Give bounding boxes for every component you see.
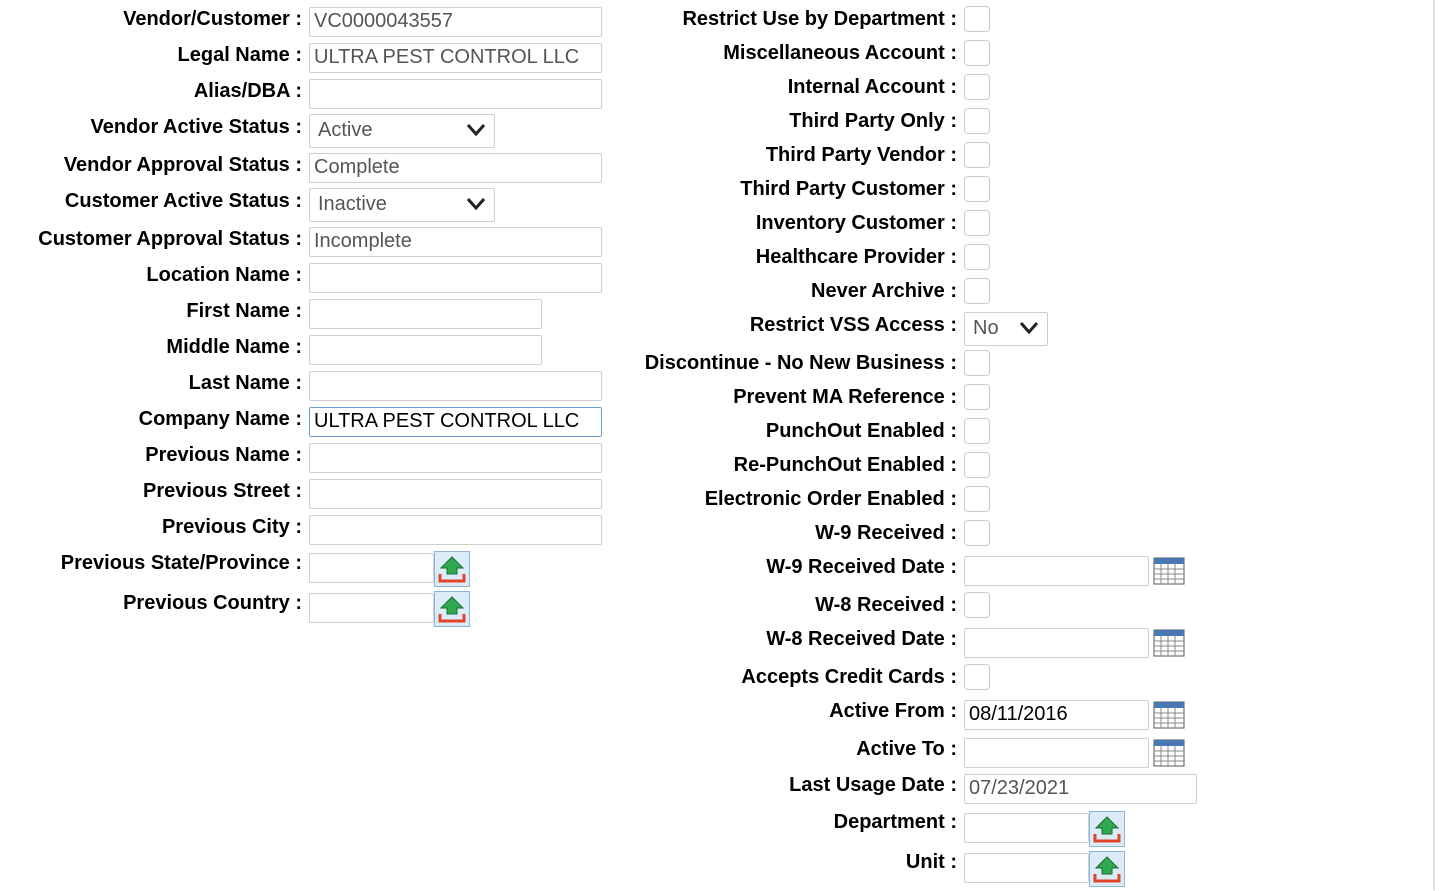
internal-account-checkbox[interactable] xyxy=(964,74,990,100)
vendor-active-status-label: Vendor Active Status : xyxy=(90,116,302,138)
lookup-arrow-icon[interactable] xyxy=(434,591,470,627)
lookup-arrow-icon[interactable] xyxy=(1089,811,1125,847)
previous-street-input[interactable] xyxy=(309,479,602,509)
discontinue-label: Discontinue - No New Business : xyxy=(644,352,957,374)
active-to-label: Active To : xyxy=(856,738,957,760)
legal-name-field: ULTRA PEST CONTROL LLC xyxy=(309,43,602,73)
vendor-active-status-select[interactable]: Active xyxy=(309,114,495,148)
previous-state-label: Previous State/Province : xyxy=(60,552,302,574)
vendor-approval-status-field: Complete xyxy=(309,153,602,183)
healthcare-provider-label: Healthcare Provider : xyxy=(755,246,957,268)
window-edge xyxy=(1433,0,1435,890)
chevron-down-icon xyxy=(1019,322,1039,335)
previous-street-label: Previous Street : xyxy=(143,480,302,502)
active-from-input[interactable]: 08/11/2016 xyxy=(964,700,1149,730)
electronic-order-enabled-checkbox[interactable] xyxy=(964,486,990,512)
middle-name-label: Middle Name : xyxy=(166,336,302,358)
vendor-approval-status-label: Vendor Approval Status : xyxy=(63,154,302,176)
w8-received-date-input[interactable] xyxy=(964,628,1149,658)
w8-received-checkbox[interactable] xyxy=(964,592,990,618)
department-input[interactable] xyxy=(964,813,1089,843)
punchout-enabled-checkbox[interactable] xyxy=(964,418,990,444)
third-party-customer-label: Third Party Customer : xyxy=(740,178,957,200)
w8-received-date-label: W-8 Received Date : xyxy=(766,628,957,650)
healthcare-provider-checkbox[interactable] xyxy=(964,244,990,270)
electronic-order-enabled-label: Electronic Order Enabled : xyxy=(704,488,957,510)
calendar-icon[interactable] xyxy=(1153,557,1185,585)
never-archive-checkbox[interactable] xyxy=(964,278,990,304)
first-name-label: First Name : xyxy=(186,300,302,322)
third-party-customer-checkbox[interactable] xyxy=(964,176,990,202)
miscellaneous-account-checkbox[interactable] xyxy=(964,40,990,66)
chevron-down-icon xyxy=(466,198,486,211)
unit-input[interactable] xyxy=(964,853,1089,883)
restrict-use-by-department-checkbox[interactable] xyxy=(964,6,990,32)
customer-approval-status-field: Incomplete xyxy=(309,227,602,257)
unit-label: Unit : xyxy=(905,851,957,873)
customer-approval-status-label: Customer Approval Status : xyxy=(38,228,302,250)
miscellaneous-account-label: Miscellaneous Account : xyxy=(723,42,957,64)
w9-received-date-label: W-9 Received Date : xyxy=(766,556,957,578)
restrict-vss-access-label: Restrict VSS Access : xyxy=(749,314,957,336)
department-label: Department : xyxy=(833,811,957,833)
alias-dba-input[interactable] xyxy=(309,79,602,109)
previous-name-input[interactable] xyxy=(309,443,602,473)
last-usage-date-field: 07/23/2021 xyxy=(964,774,1197,804)
re-punchout-enabled-label: Re-PunchOut Enabled : xyxy=(733,454,957,476)
previous-country-label: Previous Country : xyxy=(123,592,302,614)
prevent-ma-reference-checkbox[interactable] xyxy=(964,384,990,410)
prevent-ma-reference-label: Prevent MA Reference : xyxy=(733,386,957,408)
chevron-down-icon xyxy=(466,124,486,137)
punchout-enabled-label: PunchOut Enabled : xyxy=(765,420,957,442)
location-name-input[interactable] xyxy=(309,263,602,293)
calendar-icon[interactable] xyxy=(1153,739,1185,767)
accepts-credit-cards-label: Accepts Credit Cards : xyxy=(741,666,957,688)
third-party-only-checkbox[interactable] xyxy=(964,108,990,134)
middle-name-input[interactable] xyxy=(309,335,542,365)
w9-received-date-input[interactable] xyxy=(964,556,1149,586)
calendar-icon[interactable] xyxy=(1153,701,1185,729)
previous-city-label: Previous City : xyxy=(161,516,302,538)
inventory-customer-label: Inventory Customer : xyxy=(755,212,957,234)
alias-dba-label: Alias/DBA : xyxy=(193,80,302,102)
third-party-vendor-label: Third Party Vendor : xyxy=(765,144,957,166)
last-name-input[interactable] xyxy=(309,371,602,401)
third-party-vendor-checkbox[interactable] xyxy=(964,142,990,168)
previous-city-input[interactable] xyxy=(309,515,602,545)
calendar-icon[interactable] xyxy=(1153,629,1185,657)
active-to-input[interactable] xyxy=(964,738,1149,768)
last-name-label: Last Name : xyxy=(188,372,302,394)
restrict-use-by-department-label: Restrict Use by Department : xyxy=(682,8,957,30)
location-name-label: Location Name : xyxy=(146,264,302,286)
legal-name-label: Legal Name : xyxy=(177,44,302,66)
last-usage-date-label: Last Usage Date : xyxy=(789,774,957,796)
third-party-only-label: Third Party Only : xyxy=(789,110,957,132)
lookup-arrow-icon[interactable] xyxy=(434,551,470,587)
re-punchout-enabled-checkbox[interactable] xyxy=(964,452,990,478)
active-from-label: Active From : xyxy=(829,700,957,722)
company-name-label: Company Name : xyxy=(138,408,302,430)
never-archive-label: Never Archive : xyxy=(811,280,957,302)
previous-country-input[interactable] xyxy=(309,593,434,623)
vendor-customer-field: VC0000043557 xyxy=(309,7,602,37)
inventory-customer-checkbox[interactable] xyxy=(964,210,990,236)
customer-active-status-select[interactable]: Inactive xyxy=(309,188,495,222)
previous-state-input[interactable] xyxy=(309,553,434,583)
lookup-arrow-icon[interactable] xyxy=(1089,851,1125,887)
company-name-input[interactable]: ULTRA PEST CONTROL LLC xyxy=(309,407,602,437)
vendor-customer-label: Vendor/Customer : xyxy=(123,8,302,30)
previous-name-label: Previous Name : xyxy=(145,444,302,466)
first-name-input[interactable] xyxy=(309,299,542,329)
vendor-active-status-value: Active xyxy=(318,119,373,141)
customer-active-status-label: Customer Active Status : xyxy=(64,190,302,212)
w9-received-label: W-9 Received : xyxy=(815,522,957,544)
restrict-vss-access-select[interactable]: No xyxy=(964,312,1048,346)
discontinue-checkbox[interactable] xyxy=(964,350,990,376)
w8-received-label: W-8 Received : xyxy=(815,594,957,616)
internal-account-label: Internal Account : xyxy=(787,76,957,98)
restrict-vss-access-value: No xyxy=(973,317,999,339)
w9-received-checkbox[interactable] xyxy=(964,520,990,546)
customer-active-status-value: Inactive xyxy=(318,193,387,215)
accepts-credit-cards-checkbox[interactable] xyxy=(964,664,990,690)
